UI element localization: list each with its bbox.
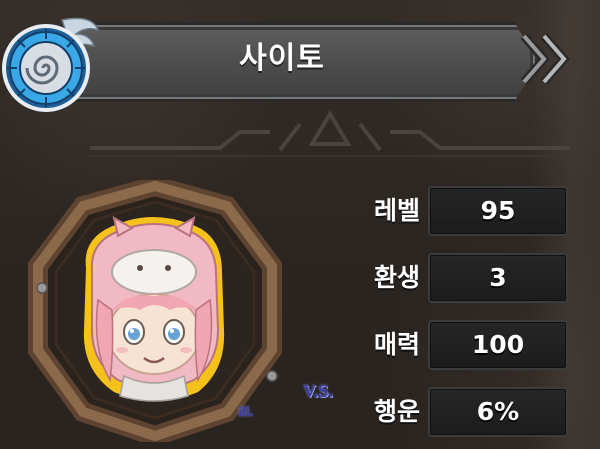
stat-label-level: 레벨 [373, 196, 420, 225]
decorative-divider [90, 110, 570, 157]
vs-badge-fragment: ill. [238, 405, 254, 420]
stat-label-rebirth: 환생 [373, 263, 420, 292]
spiral-wing-emblem-icon [2, 17, 100, 112]
stat-value-rebirth: 3 [489, 263, 507, 292]
stat-label-charm: 매력 [373, 330, 420, 359]
double-chevron-right-icon[interactable] [518, 30, 574, 88]
character-name: 사이토 [239, 41, 325, 76]
stat-label-luck: 행운 [373, 397, 420, 426]
character-portrait[interactable] [22, 180, 288, 442]
stat-value-charm: 100 [471, 330, 525, 359]
stat-value-level: 95 [480, 196, 516, 225]
stat-value-luck: 6% [476, 397, 520, 426]
character-portrait-frame [22, 180, 288, 442]
